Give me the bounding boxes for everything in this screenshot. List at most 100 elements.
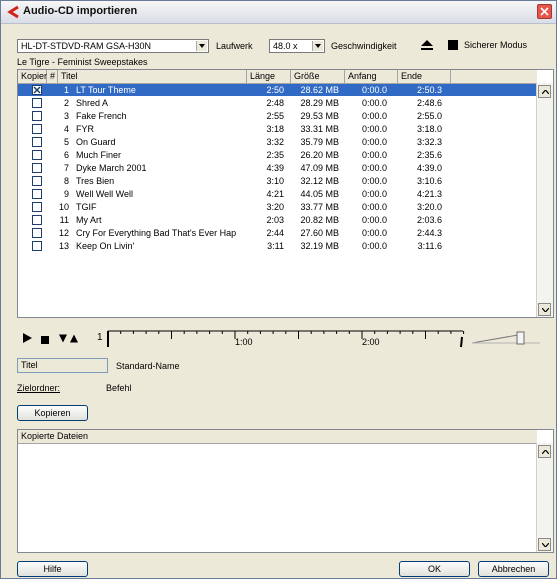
column-header-title[interactable]: Titel <box>58 70 247 83</box>
track-start-cell: 0:00.0 <box>361 241 387 251</box>
table-row[interactable]: 5 On Guard 3:32 35.79 MB 0:00.0 3:32.3 <box>18 136 537 148</box>
close-icon <box>540 7 549 16</box>
track-end-cell: 3:20.0 <box>416 202 442 212</box>
table-row[interactable]: 10 TGIF 3:20 33.77 MB 0:00.0 3:20.0 <box>18 201 537 213</box>
track-size-cell: 20.82 MB <box>300 215 339 225</box>
track-title-cell: Shred A <box>76 98 109 108</box>
track-length-cell: 2:50 <box>266 85 284 95</box>
track-title-cell: LT Tour Theme <box>76 85 136 95</box>
table-row[interactable]: 3 Fake French 2:55 29.53 MB 0:00.0 2:55.0 <box>18 110 537 122</box>
track-title-cell: TGIF <box>76 202 97 212</box>
chevron-up-icon <box>542 450 549 454</box>
copied-files-scrollbar[interactable] <box>536 443 553 552</box>
track-end-cell: 4:39.0 <box>416 163 442 173</box>
copied-files-list: Kopierte Dateien <box>17 429 554 553</box>
close-button[interactable] <box>537 4 552 19</box>
copy-checkbox[interactable] <box>32 124 42 134</box>
track-size-cell: 47.09 MB <box>300 163 339 173</box>
track-length-cell: 2:55 <box>266 111 284 121</box>
track-length-cell: 3:11 <box>267 241 284 251</box>
drive-label: Laufwerk <box>216 41 253 51</box>
track-number-cell: 12 <box>58 228 69 238</box>
cancel-button[interactable]: Abbrechen <box>478 561 549 577</box>
copy-checkbox[interactable] <box>32 176 42 186</box>
copy-checkbox[interactable] <box>32 111 42 121</box>
track-length-cell: 3:18 <box>266 124 284 134</box>
track-start-cell: 0:00.0 <box>361 176 387 186</box>
copy-checkbox[interactable] <box>32 189 42 199</box>
speed-select[interactable]: 48.0 x <box>269 39 325 53</box>
table-row[interactable]: 2 Shred A 2:48 28.29 MB 0:00.0 2:48.6 <box>18 97 537 109</box>
track-end-cell: 2:44.3 <box>416 228 442 238</box>
column-header-size[interactable]: Größe <box>291 70 345 83</box>
track-number-cell: 4 <box>63 124 69 134</box>
copy-checkbox[interactable] <box>32 163 42 173</box>
table-row[interactable]: 13 Keep On Livin' 3:11 32.19 MB 0:00.0 3:11.6 <box>18 240 537 252</box>
checkmark-icon <box>33 86 41 94</box>
ruler-end-marker <box>460 336 463 348</box>
table-row[interactable]: 4 FYR 3:18 33.31 MB 0:00.0 3:18.0 <box>18 123 537 135</box>
table-row[interactable]: 12 Cry For Everything Bad That's Ever Hap… <box>18 227 537 239</box>
table-row[interactable]: 9 Well Well Well 4:21 44.05 MB 0:00.0 4:21.3 <box>18 188 537 200</box>
track-start-cell: 0:00.0 <box>361 137 387 147</box>
scroll-up-button[interactable] <box>538 85 551 98</box>
track-title-cell: On Guard <box>76 137 116 147</box>
copied-files-column-header: Kopierte Dateien <box>21 431 89 441</box>
table-row[interactable]: 1 LT Tour Theme 2:50 28.62 MB 0:00.0 2:50.3 <box>18 84 537 96</box>
track-size-cell: 28.29 MB <box>300 98 339 108</box>
table-row[interactable]: 6 Much Finer 2:35 26.20 MB 0:00.0 2:35.6 <box>18 149 537 161</box>
track-length-cell: 2:48 <box>266 98 284 108</box>
play-icon[interactable] <box>23 331 32 345</box>
track-size-cell: 33.31 MB <box>300 124 339 134</box>
copy-checkbox[interactable] <box>32 202 42 212</box>
speed-dropdown-arrow[interactable] <box>312 41 323 51</box>
help-button[interactable]: Hilfe <box>17 561 88 577</box>
column-header-number[interactable]: # <box>47 70 58 83</box>
track-end-cell: 4:21.3 <box>416 189 442 199</box>
eject-icon[interactable] <box>421 40 433 51</box>
copy-checkbox[interactable] <box>32 215 42 225</box>
column-header-copy[interactable]: Kopier <box>18 70 47 83</box>
window-title: Audio-CD importieren <box>23 5 138 17</box>
column-header-length[interactable]: Länge <box>247 70 291 83</box>
cubase-logo-icon <box>7 5 19 19</box>
ok-button[interactable]: OK <box>399 561 470 577</box>
table-row[interactable]: 8 Tres Bien 3:10 32.12 MB 0:00.0 3:10.6 <box>18 175 537 187</box>
name-scheme-field[interactable]: Titel <box>17 358 108 373</box>
copy-checkbox[interactable] <box>32 85 42 95</box>
stop-icon[interactable] <box>41 333 49 347</box>
name-scheme-label: Standard-Name <box>116 361 180 371</box>
column-header-end[interactable]: Ende <box>398 70 451 83</box>
drive-select[interactable]: HL-DT-STDVD-RAM GSA-H30N <box>17 39 209 53</box>
scroll-up-button[interactable] <box>538 445 551 458</box>
scroll-down-button[interactable] <box>538 303 551 316</box>
copy-checkbox[interactable] <box>32 228 42 238</box>
destination-folder-value: Befehl <box>106 383 132 393</box>
copy-checkbox[interactable] <box>32 98 42 108</box>
chevron-up-icon <box>542 90 549 94</box>
ruler-label: 2:00 <box>362 337 380 347</box>
destination-folder-link[interactable]: Zielordner: <box>17 382 60 394</box>
table-row[interactable]: 11 My Art 2:03 20.82 MB 0:00.0 2:03.6 <box>18 214 537 226</box>
chevron-down-icon <box>199 44 205 48</box>
table-row[interactable]: 7 Dyke March 2001 4:39 47.09 MB 0:00.0 4:39.0 <box>18 162 537 174</box>
drive-dropdown-arrow[interactable] <box>196 41 207 51</box>
previous-next-track-icon[interactable] <box>59 332 79 346</box>
column-header-start[interactable]: Anfang <box>345 70 398 83</box>
track-table-scrollbar[interactable] <box>536 83 553 317</box>
track-length-cell: 2:44 <box>266 228 284 238</box>
speed-label: Geschwindigkeit <box>331 41 397 51</box>
audio-cd-import-dialog: Audio-CD importieren HL-DT-STDVD-RAM GSA… <box>0 0 557 579</box>
track-start-cell: 0:00.0 <box>361 163 387 173</box>
copy-checkbox[interactable] <box>32 137 42 147</box>
volume-slider[interactable] <box>470 331 542 345</box>
track-size-cell: 28.62 MB <box>300 85 339 95</box>
track-number-cell: 10 <box>58 202 69 212</box>
timeline-ruler[interactable]: 1:00 2:00 <box>105 327 467 349</box>
copy-checkbox[interactable] <box>32 150 42 160</box>
copy-checkbox[interactable] <box>32 241 42 251</box>
scroll-down-button[interactable] <box>538 538 551 551</box>
safe-mode-checkbox[interactable] <box>448 40 458 50</box>
copy-button[interactable]: Kopieren <box>17 405 88 421</box>
speed-select-value: 48.0 x <box>273 41 298 51</box>
